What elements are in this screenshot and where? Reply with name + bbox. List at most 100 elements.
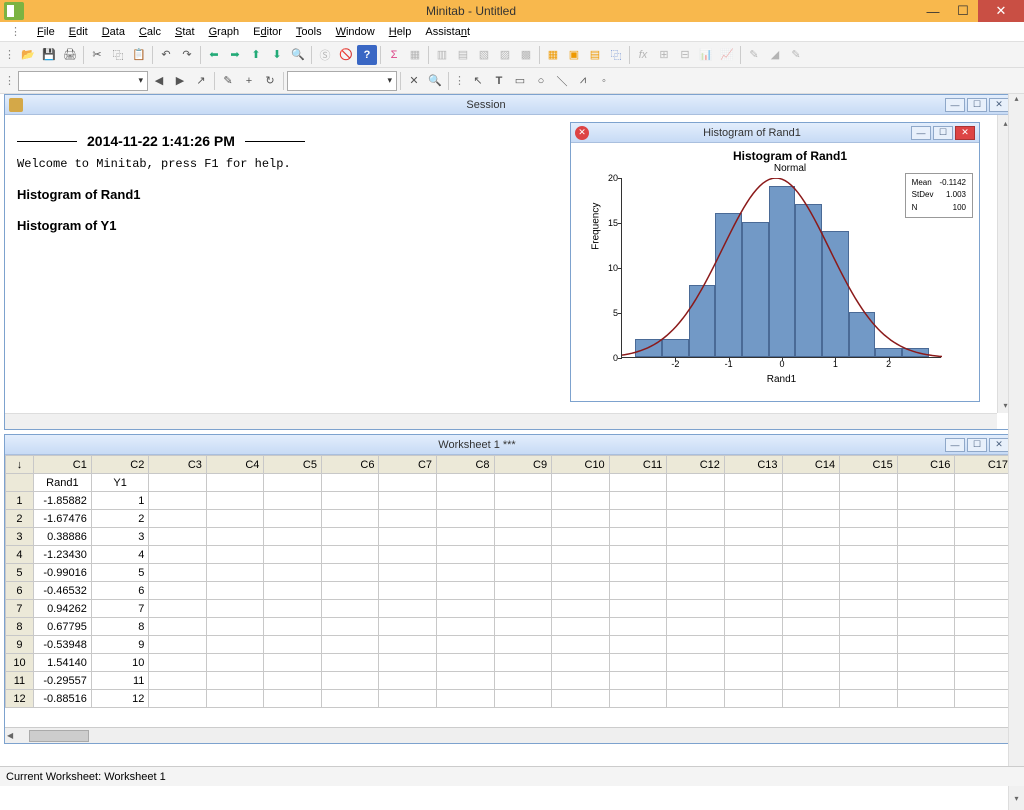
cell[interactable] bbox=[955, 564, 1013, 582]
open-button[interactable]: 📂 bbox=[18, 45, 38, 65]
font-dropdown[interactable] bbox=[287, 71, 397, 91]
cell[interactable] bbox=[840, 654, 898, 672]
cell[interactable] bbox=[724, 672, 782, 690]
cell[interactable] bbox=[494, 582, 552, 600]
cell[interactable] bbox=[552, 582, 610, 600]
cell[interactable] bbox=[379, 510, 437, 528]
cell[interactable] bbox=[264, 654, 322, 672]
rect-tool-button[interactable]: ▭ bbox=[510, 71, 530, 91]
cell[interactable] bbox=[782, 582, 840, 600]
cell[interactable] bbox=[552, 546, 610, 564]
menu-file[interactable]: File bbox=[31, 24, 61, 40]
cell[interactable] bbox=[840, 672, 898, 690]
cell[interactable] bbox=[149, 582, 207, 600]
cell[interactable] bbox=[206, 492, 264, 510]
cell[interactable]: 3 bbox=[91, 528, 149, 546]
cell[interactable]: 4 bbox=[91, 546, 149, 564]
cell[interactable] bbox=[897, 618, 955, 636]
cell[interactable] bbox=[149, 636, 207, 654]
cell[interactable] bbox=[321, 672, 379, 690]
cell[interactable] bbox=[609, 582, 667, 600]
cell[interactable] bbox=[494, 672, 552, 690]
cell[interactable] bbox=[149, 618, 207, 636]
cell[interactable] bbox=[264, 690, 322, 708]
cell[interactable] bbox=[437, 672, 495, 690]
cell[interactable] bbox=[609, 528, 667, 546]
cell[interactable] bbox=[206, 672, 264, 690]
column-header[interactable]: C15 bbox=[840, 456, 898, 474]
cell[interactable] bbox=[897, 582, 955, 600]
menu-edit[interactable]: Edit bbox=[63, 24, 94, 40]
cell[interactable]: 6 bbox=[91, 582, 149, 600]
cell[interactable] bbox=[782, 546, 840, 564]
column-name-cell[interactable] bbox=[955, 474, 1013, 492]
drag-icon[interactable]: ↗ bbox=[191, 71, 211, 91]
cell[interactable] bbox=[667, 564, 725, 582]
cell[interactable]: 1 bbox=[91, 492, 149, 510]
column-header[interactable]: C16 bbox=[897, 456, 955, 474]
delete-button[interactable]: ✕ bbox=[404, 71, 424, 91]
column-header[interactable]: C4 bbox=[206, 456, 264, 474]
cell[interactable]: -0.29557 bbox=[33, 672, 91, 690]
cell[interactable] bbox=[782, 600, 840, 618]
cell[interactable] bbox=[840, 618, 898, 636]
column-header[interactable]: C11 bbox=[609, 456, 667, 474]
cell[interactable] bbox=[552, 510, 610, 528]
row-header[interactable]: 4 bbox=[6, 546, 34, 564]
cell[interactable] bbox=[667, 618, 725, 636]
column-name-cell[interactable] bbox=[840, 474, 898, 492]
cell[interactable] bbox=[206, 600, 264, 618]
session-titlebar[interactable]: Session — ☐ ✕ bbox=[5, 95, 1013, 115]
cell[interactable]: 12 bbox=[91, 690, 149, 708]
column-header[interactable]: C6 bbox=[321, 456, 379, 474]
cell[interactable] bbox=[609, 564, 667, 582]
cell[interactable] bbox=[437, 510, 495, 528]
cell[interactable] bbox=[609, 636, 667, 654]
column-name-cell[interactable] bbox=[494, 474, 552, 492]
cell[interactable] bbox=[840, 636, 898, 654]
cell[interactable] bbox=[321, 546, 379, 564]
cell[interactable] bbox=[955, 636, 1013, 654]
polyline-tool-button[interactable]: ⩘ bbox=[573, 71, 593, 91]
cell[interactable] bbox=[437, 528, 495, 546]
cell[interactable] bbox=[667, 582, 725, 600]
cell[interactable] bbox=[379, 654, 437, 672]
cell[interactable] bbox=[379, 600, 437, 618]
row-header[interactable]: 9 bbox=[6, 636, 34, 654]
cell[interactable] bbox=[494, 564, 552, 582]
cell[interactable]: 10 bbox=[91, 654, 149, 672]
cell[interactable] bbox=[552, 690, 610, 708]
cell[interactable] bbox=[494, 600, 552, 618]
cell[interactable] bbox=[724, 636, 782, 654]
cell[interactable] bbox=[609, 654, 667, 672]
cell[interactable] bbox=[264, 582, 322, 600]
cell[interactable] bbox=[552, 618, 610, 636]
cell[interactable] bbox=[494, 690, 552, 708]
row-header[interactable]: 1 bbox=[6, 492, 34, 510]
cell[interactable] bbox=[667, 636, 725, 654]
column-name-cell[interactable] bbox=[552, 474, 610, 492]
cell[interactable] bbox=[897, 636, 955, 654]
cell[interactable] bbox=[724, 690, 782, 708]
cell[interactable] bbox=[264, 672, 322, 690]
column-header[interactable]: C10 bbox=[552, 456, 610, 474]
cell[interactable] bbox=[897, 690, 955, 708]
column-name-cell[interactable] bbox=[667, 474, 725, 492]
column-name-cell[interactable] bbox=[206, 474, 264, 492]
text-tool-button[interactable]: T bbox=[489, 71, 509, 91]
cell[interactable] bbox=[437, 618, 495, 636]
copy-button[interactable]: ⿻ bbox=[108, 45, 128, 65]
maximize-button[interactable]: ☐ bbox=[948, 0, 978, 22]
cell[interactable] bbox=[897, 654, 955, 672]
cell[interactable] bbox=[897, 600, 955, 618]
undo-button[interactable]: ↶ bbox=[156, 45, 176, 65]
cell[interactable]: -1.23430 bbox=[33, 546, 91, 564]
cell[interactable] bbox=[609, 510, 667, 528]
cell[interactable] bbox=[609, 600, 667, 618]
cell[interactable] bbox=[494, 510, 552, 528]
cell[interactable] bbox=[264, 564, 322, 582]
column-name-cell[interactable] bbox=[321, 474, 379, 492]
close-button[interactable]: ✕ bbox=[978, 0, 1024, 22]
paste-button[interactable]: 📋 bbox=[129, 45, 149, 65]
cell[interactable] bbox=[264, 600, 322, 618]
